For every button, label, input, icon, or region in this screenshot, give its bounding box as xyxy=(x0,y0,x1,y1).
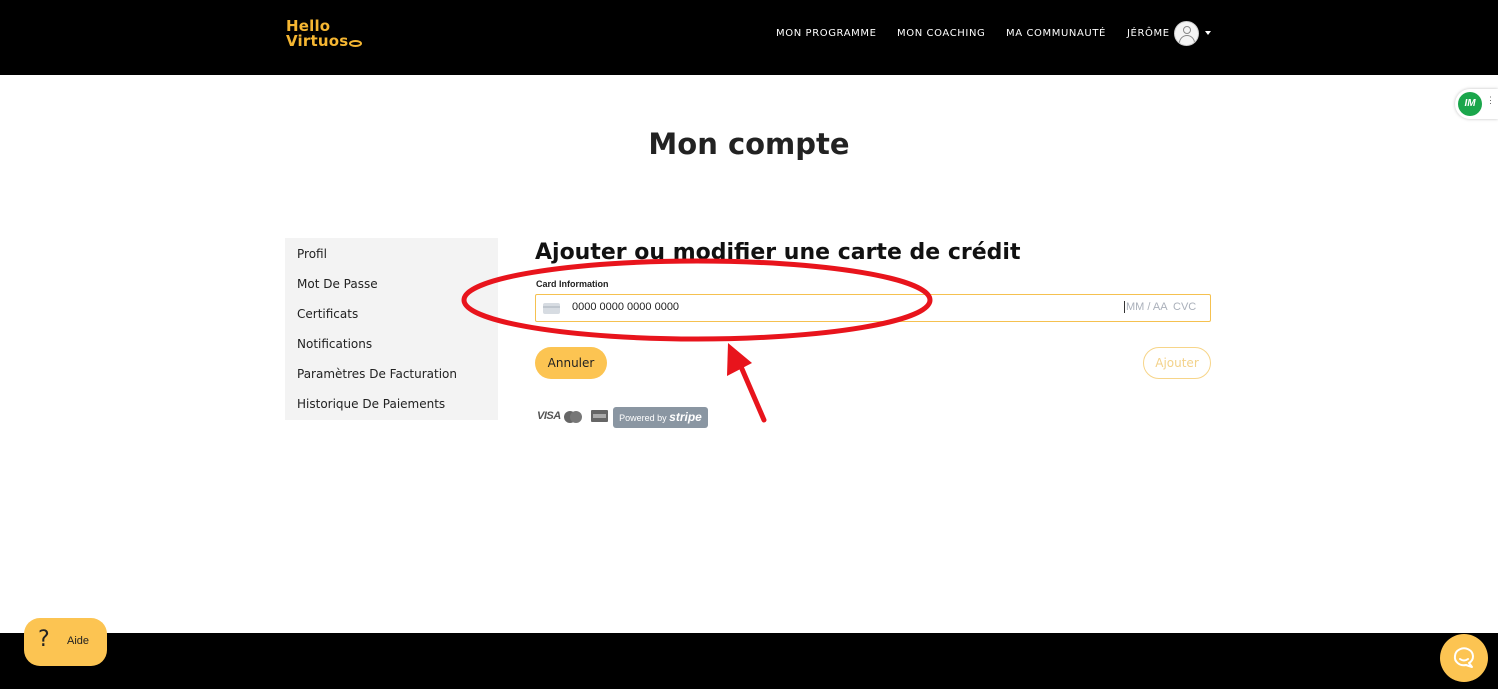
card-number-input[interactable] xyxy=(572,301,972,313)
help-label: Aide xyxy=(67,635,90,647)
top-navigation-bar: Hello Virtuos MON PROGRAMME MON COACHING… xyxy=(0,0,1498,75)
sidebar-item-certificats[interactable]: Certificats xyxy=(285,305,498,335)
nav-ma-communaute[interactable]: MA COMMUNAUTÉ xyxy=(1006,28,1106,39)
drag-handle-icon[interactable]: ⋮⋮ xyxy=(1486,96,1498,105)
logo-line2: Virtuos xyxy=(286,32,349,50)
account-sidebar: Profil Mot De Passe Certificats Notifica… xyxy=(285,238,498,420)
chevron-down-icon[interactable] xyxy=(1205,31,1211,35)
avatar[interactable] xyxy=(1174,21,1199,46)
nav-mon-programme[interactable]: MON PROGRAMME xyxy=(776,28,877,39)
annotation-arrow-shaft xyxy=(736,359,767,423)
visa-icon: VISA xyxy=(537,410,561,422)
sidebar-item-parametres-facturation[interactable]: Paramètres De Facturation xyxy=(285,365,498,395)
chat-button[interactable] xyxy=(1440,634,1488,682)
card-information-field[interactable] xyxy=(535,294,1211,322)
credit-card-icon xyxy=(543,303,560,314)
avatar-body-icon xyxy=(1179,35,1195,45)
card-section-title: Ajouter ou modifier une carte de crédit xyxy=(535,240,1021,265)
extension-logo-icon: IM xyxy=(1458,92,1482,116)
sidebar-item-historique-paiements[interactable]: Historique De Paiements xyxy=(285,395,498,425)
add-card-button[interactable]: Ajouter xyxy=(1143,347,1211,379)
stripe-logo-text: stripe xyxy=(669,410,702,424)
annotation-overlay xyxy=(461,258,933,423)
sidebar-item-mot-de-passe[interactable]: Mot De Passe xyxy=(285,275,498,305)
mastercard-icon xyxy=(564,411,582,423)
nav-mon-coaching[interactable]: MON COACHING xyxy=(897,28,985,39)
annotation-arrow-head xyxy=(727,343,752,376)
extension-badge[interactable]: IM ⋮⋮ xyxy=(1455,89,1498,119)
question-mark-icon: ? xyxy=(38,627,50,652)
sidebar-item-profil[interactable]: Profil xyxy=(285,245,498,275)
help-button[interactable]: ? Aide xyxy=(24,618,107,666)
hello-virtuose-logo[interactable]: Hello Virtuos xyxy=(286,19,363,50)
page-title: Mon compte xyxy=(648,127,850,161)
avatar-head-icon xyxy=(1183,26,1191,34)
card-expiry-input[interactable] xyxy=(1124,301,1170,313)
user-menu-name[interactable]: JÉRÔME xyxy=(1127,28,1170,39)
powered-by-text: Powered by xyxy=(619,413,667,423)
powered-by-stripe-badge[interactable]: Powered by stripe xyxy=(613,407,708,428)
cancel-button[interactable]: Annuler xyxy=(535,347,607,379)
card-cvc-input[interactable] xyxy=(1173,301,1207,313)
eye-icon xyxy=(349,40,363,47)
amex-icon xyxy=(591,410,608,422)
footer xyxy=(0,633,1498,689)
sidebar-item-notifications[interactable]: Notifications xyxy=(285,335,498,365)
card-information-label: Card Information xyxy=(536,279,609,289)
chat-bubble-icon xyxy=(1453,647,1474,668)
